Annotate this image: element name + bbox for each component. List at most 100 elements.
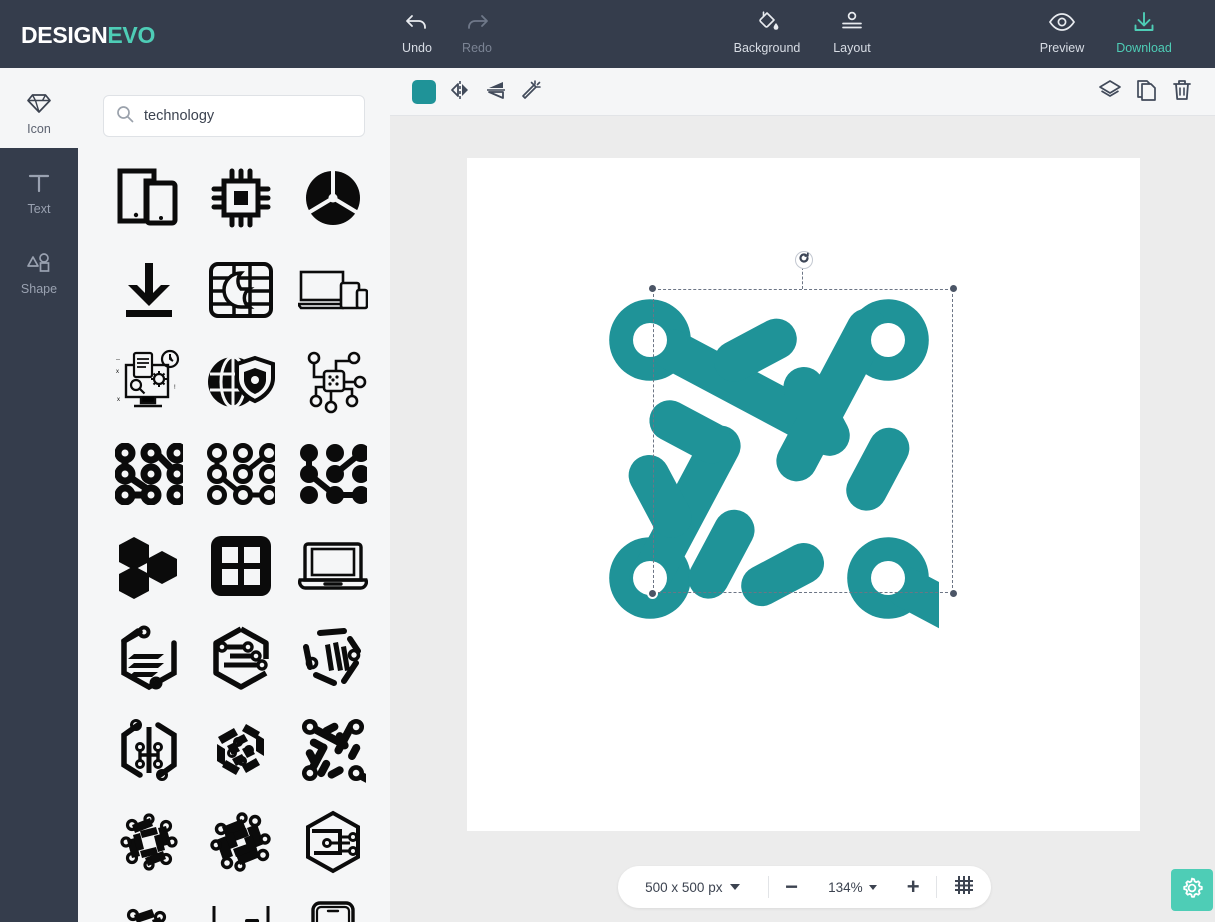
icon-cell-circuit-node[interactable] (287, 336, 379, 428)
selection-box (653, 289, 953, 593)
top-bar: DESIGNEVO Undo Redo Background Layout Pr… (0, 0, 1215, 68)
icon-cell-pattern-lock-thin[interactable] (195, 428, 287, 520)
icon-cell-hexagon-cluster[interactable] (103, 520, 195, 612)
background-button[interactable]: Background (721, 9, 813, 55)
grid-icon (953, 874, 975, 901)
sidebar-item-text[interactable]: Text (0, 168, 78, 216)
layout-button[interactable]: Layout (806, 9, 898, 55)
hex-lines-icon (121, 625, 177, 691)
rotation-connector (802, 267, 804, 289)
trash-icon (1171, 78, 1193, 107)
layout-icon (806, 9, 898, 35)
resize-handle-bottom-right[interactable] (948, 588, 959, 599)
canvas-toolbar (390, 68, 1215, 116)
download-button[interactable]: Download (1098, 9, 1190, 55)
settings-fab[interactable] (1171, 869, 1213, 911)
icon-cell-download-arrow[interactable] (103, 244, 195, 336)
eye-icon (1016, 9, 1108, 35)
search-input[interactable] (144, 108, 344, 124)
layers-button[interactable] (1097, 79, 1123, 105)
left-rail: Icon Text Shape (0, 68, 78, 922)
icon-cell-cpu-chip[interactable] (195, 152, 287, 244)
svg-text:x: x (117, 397, 120, 403)
icon-cell-circuit-swirl[interactable] (103, 888, 195, 922)
color-swatch[interactable] (412, 80, 436, 104)
grid-squares-icon (211, 536, 271, 596)
shapes-icon (0, 248, 78, 278)
icon-cell-hex-lines[interactable] (103, 612, 195, 704)
icon-cell-tablet-phone[interactable] (103, 152, 195, 244)
hex-slash-icon (303, 628, 361, 686)
canvas-size-selector[interactable]: 500 x 500 px (618, 866, 768, 908)
flip-vertical-button[interactable] (483, 79, 509, 105)
hex-split-circuit-icon (121, 719, 177, 781)
icon-cell-circuit-rosette[interactable] (103, 796, 195, 888)
diamond-icon (0, 88, 78, 118)
search-box[interactable] (103, 95, 365, 137)
chevron-down-icon[interactable] (730, 884, 741, 890)
circuit-swirl-icon (126, 908, 167, 922)
download-label: Download (1116, 41, 1172, 55)
icon-cell-devices[interactable] (287, 244, 379, 336)
zoom-level-selector[interactable]: 134% (814, 866, 890, 908)
gear-icon (1180, 876, 1204, 905)
icon-cell-laptop[interactable] (287, 520, 379, 612)
preview-button[interactable]: Preview (1016, 9, 1108, 55)
workspace (390, 68, 1215, 922)
icon-cell-hex-connector[interactable] (287, 796, 379, 888)
download-icon (1098, 9, 1190, 35)
circuit-rosette-icon (120, 813, 178, 871)
resize-handle-bottom-left[interactable] (647, 588, 658, 599)
duplicate-icon (1135, 78, 1157, 107)
rotate-handle-icon (798, 251, 810, 269)
redo-button[interactable]: Redo (431, 9, 523, 55)
zoom-out-button[interactable]: − (769, 866, 815, 908)
delete-button[interactable] (1169, 79, 1195, 105)
flip-horizontal-icon (449, 79, 471, 106)
laptop-icon (298, 542, 368, 590)
sidebar-item-shape[interactable]: Shape (0, 248, 78, 296)
zoom-in-button[interactable]: + (890, 866, 936, 908)
pattern-lock-outline-icon (115, 443, 183, 505)
icon-cell-pattern-lock-solid[interactable] (287, 428, 379, 520)
icon-cell-pattern-lock-outline[interactable] (103, 428, 195, 520)
icon-cell-pie-segments[interactable] (287, 152, 379, 244)
icon-grid: -- x! x (103, 152, 383, 922)
designevo-app: DESIGNEVO Undo Redo Background Layout Pr… (0, 0, 1215, 922)
icon-cell-grid-squares[interactable] (195, 520, 287, 612)
cpu-chip-icon (211, 168, 271, 228)
icon-cell-monitor-gear[interactable]: -- x! x (103, 336, 195, 428)
sidebar-item-shape-label: Shape (20, 282, 58, 296)
duplicate-button[interactable] (1133, 79, 1159, 105)
icon-cell-globe-shield[interactable] (195, 336, 287, 428)
globe-shield-icon (208, 355, 275, 409)
icon-cell-sim-card[interactable] (195, 244, 287, 336)
magic-wand-icon (520, 79, 542, 106)
magic-wand-button[interactable] (518, 79, 544, 105)
icon-cell-circuit-rosette-bold[interactable] (195, 796, 287, 888)
resize-handle-top-right[interactable] (948, 283, 959, 294)
rotate-handle[interactable] (795, 251, 813, 269)
resize-handle-top-left[interactable] (647, 283, 658, 294)
grid-toggle-button[interactable] (937, 866, 991, 908)
circuit-rosette-bold-icon (210, 812, 271, 872)
icon-cell-hex-slash[interactable] (287, 612, 379, 704)
resize-arrows-icon (212, 906, 270, 922)
icon-cell-phone-play[interactable] (287, 888, 379, 922)
icon-cell-resize-arrows[interactable] (195, 888, 287, 922)
icon-cell-hex-circuit[interactable] (195, 612, 287, 704)
sidebar-item-icon[interactable]: Icon (0, 88, 78, 136)
app-logo[interactable]: DESIGNEVO (21, 22, 155, 49)
redo-label: Redo (462, 41, 492, 55)
phone-play-icon (311, 901, 355, 922)
icon-cell-circuit-pinwheel[interactable] (287, 704, 379, 796)
download-arrow-icon (126, 263, 172, 317)
icon-cell-hex-swirl[interactable] (195, 704, 287, 796)
zoom-chevron-down-icon[interactable] (868, 884, 877, 890)
flip-horizontal-button[interactable] (447, 79, 473, 105)
icon-panel: -- x! x (78, 68, 390, 922)
tablet-phone-icon (117, 168, 178, 226)
plus-icon: + (906, 874, 920, 899)
icon-cell-hex-split-circuit[interactable] (103, 704, 195, 796)
layout-label: Layout (833, 41, 871, 55)
